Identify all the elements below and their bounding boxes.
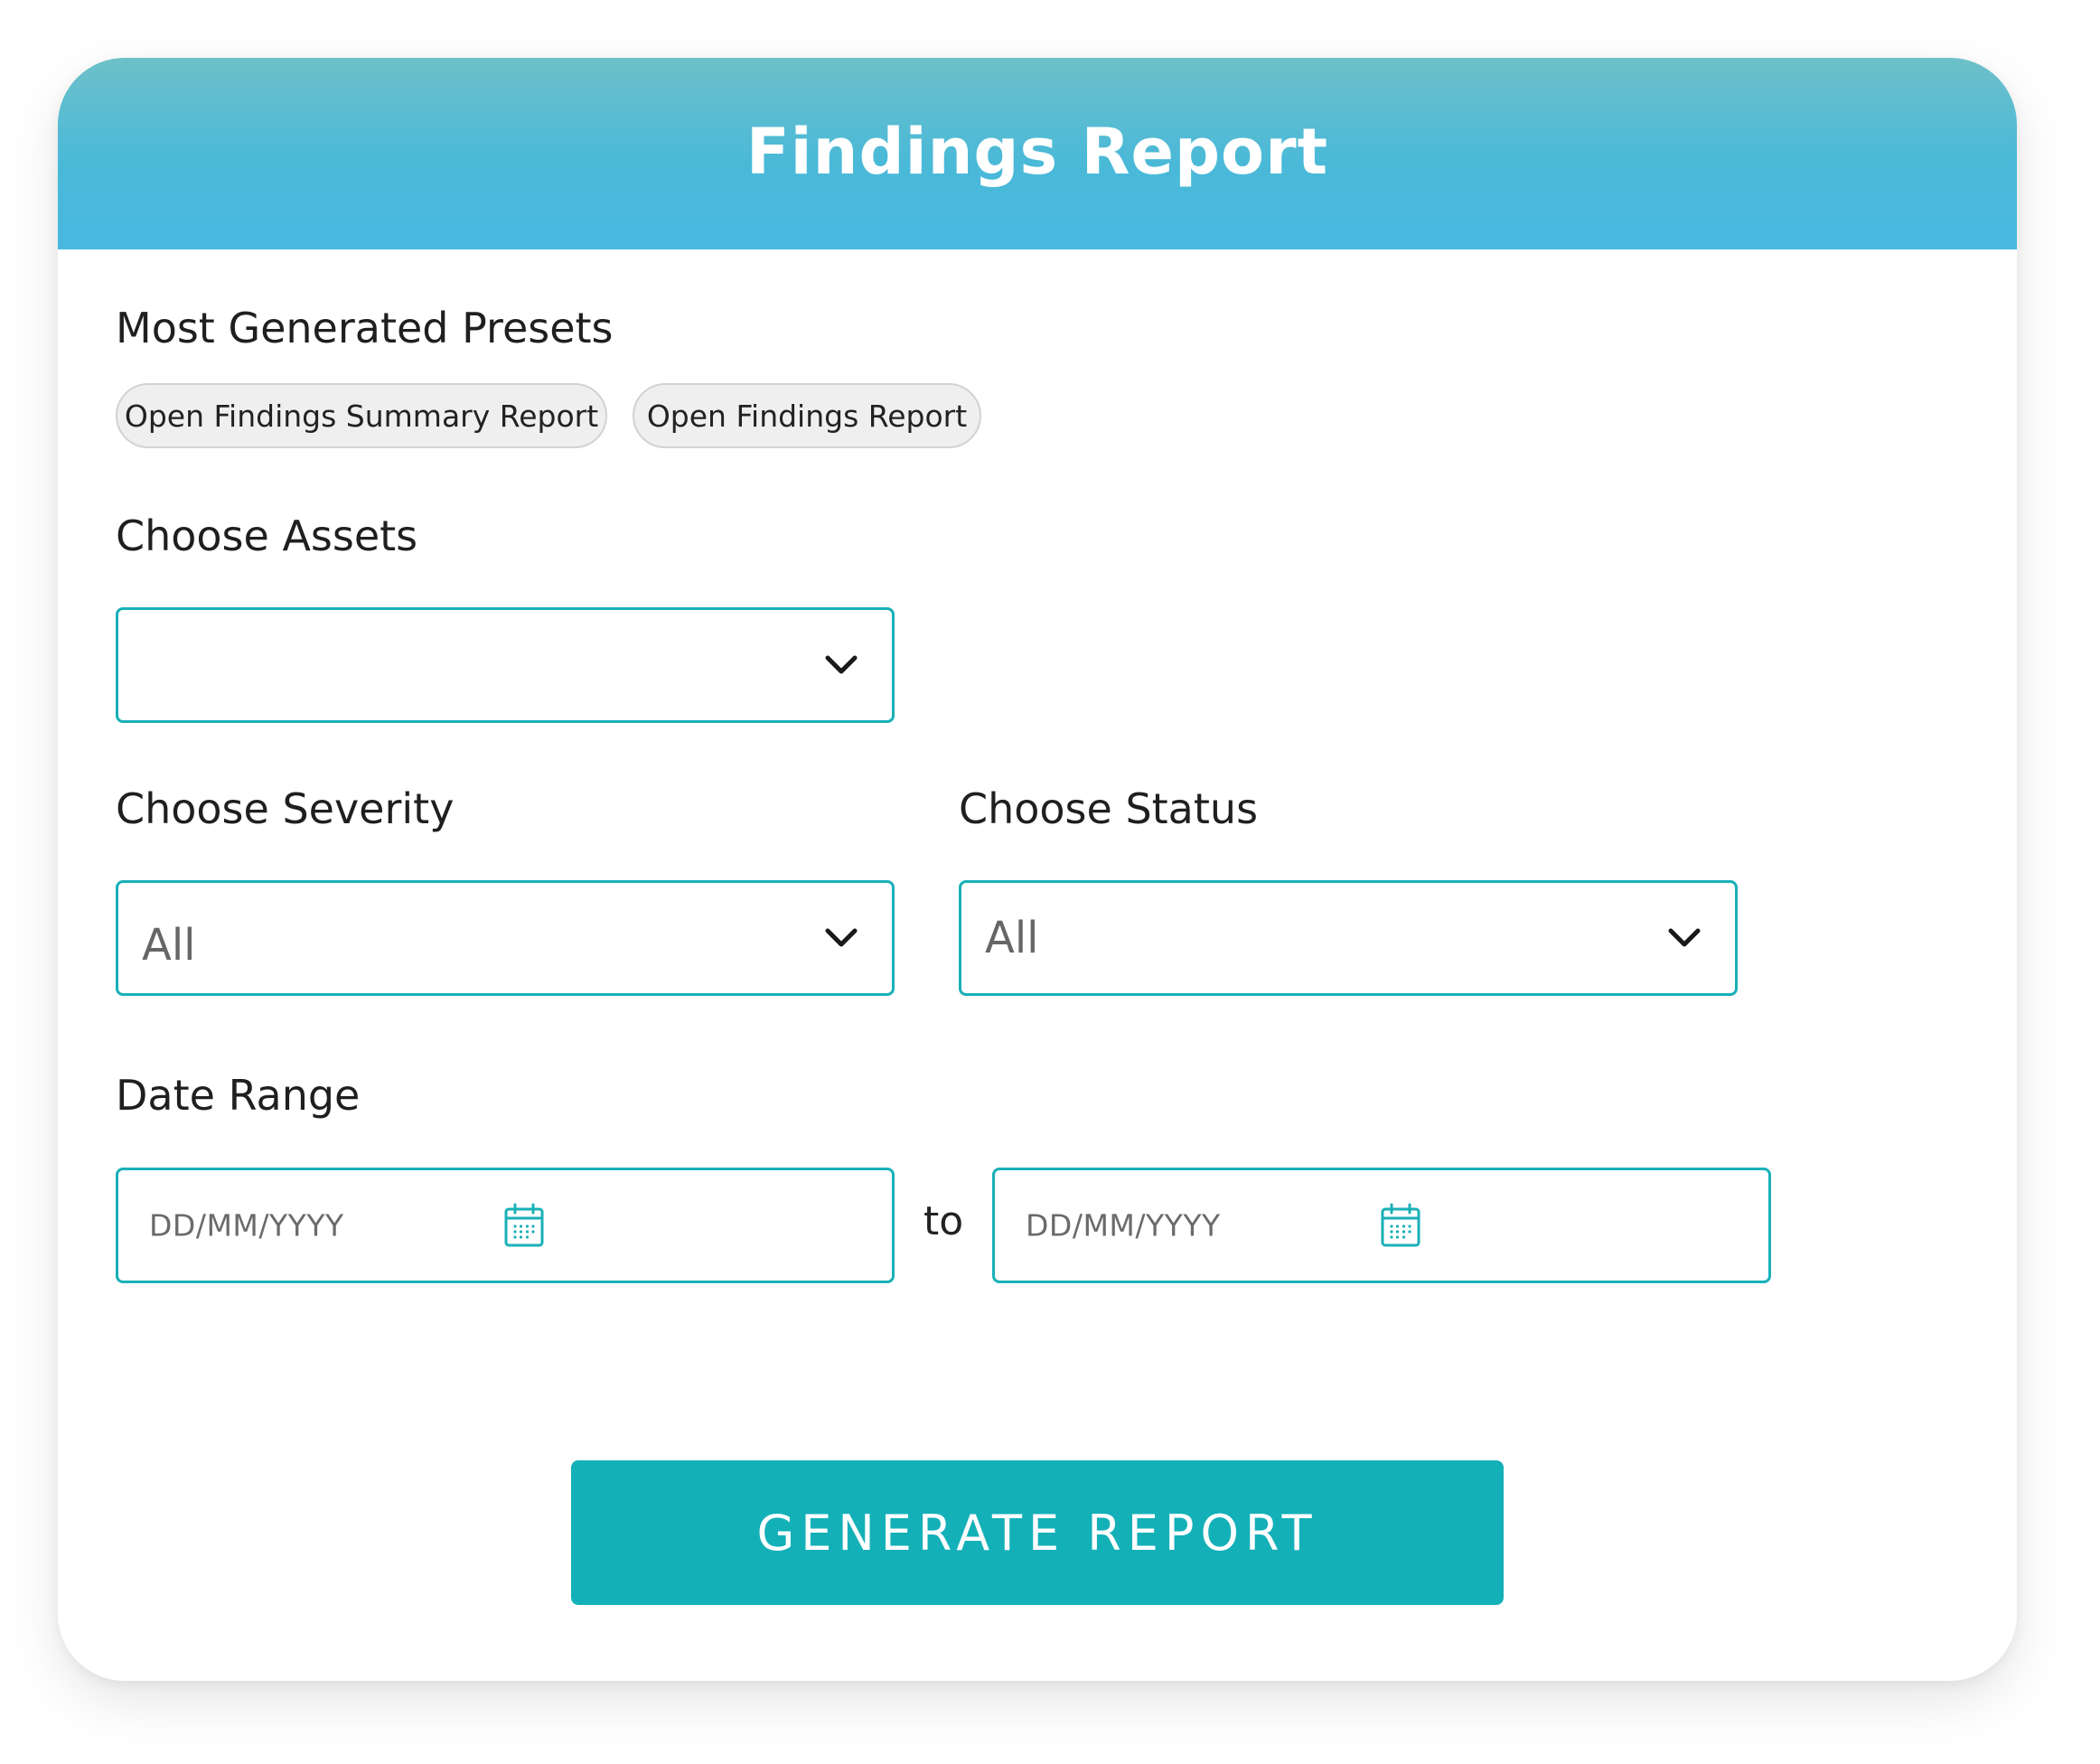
preset-chip-open-findings[interactable]: Open Findings Report (633, 383, 981, 448)
chevron-down-icon (825, 655, 858, 674)
presets-label: Most Generated Presets (116, 304, 614, 352)
date-from-input[interactable]: DD/MM/YYYY (116, 1168, 895, 1283)
page-title: Findings Report (745, 115, 1329, 189)
chevron-down-icon (1668, 928, 1701, 947)
severity-label: Choose Severity (116, 784, 455, 833)
generate-report-button[interactable]: GENERATE REPORT (571, 1460, 1504, 1605)
date-to-input[interactable]: DD/MM/YYYY (992, 1168, 1771, 1283)
preset-chip-summary[interactable]: Open Findings Summary Report (116, 383, 607, 448)
severity-select[interactable]: All (116, 880, 895, 996)
card-header: Findings Report (58, 58, 2017, 249)
severity-select-value: All (142, 920, 196, 971)
status-label: Choose Status (959, 784, 1259, 833)
assets-label: Choose Assets (116, 511, 418, 560)
assets-select[interactable] (116, 607, 895, 723)
status-select-value: All (985, 913, 1039, 963)
date-range-separator: to (923, 1198, 964, 1244)
date-to-placeholder: DD/MM/YYYY (1026, 1207, 1221, 1243)
status-select[interactable]: All (959, 880, 1738, 996)
findings-report-card: Findings Report Most Generated Presets O… (58, 58, 2017, 1681)
calendar-icon[interactable] (1380, 1203, 1421, 1248)
calendar-icon[interactable] (503, 1203, 545, 1248)
chevron-down-icon (825, 928, 858, 947)
date-range-label: Date Range (116, 1071, 361, 1120)
date-from-placeholder: DD/MM/YYYY (149, 1207, 344, 1243)
